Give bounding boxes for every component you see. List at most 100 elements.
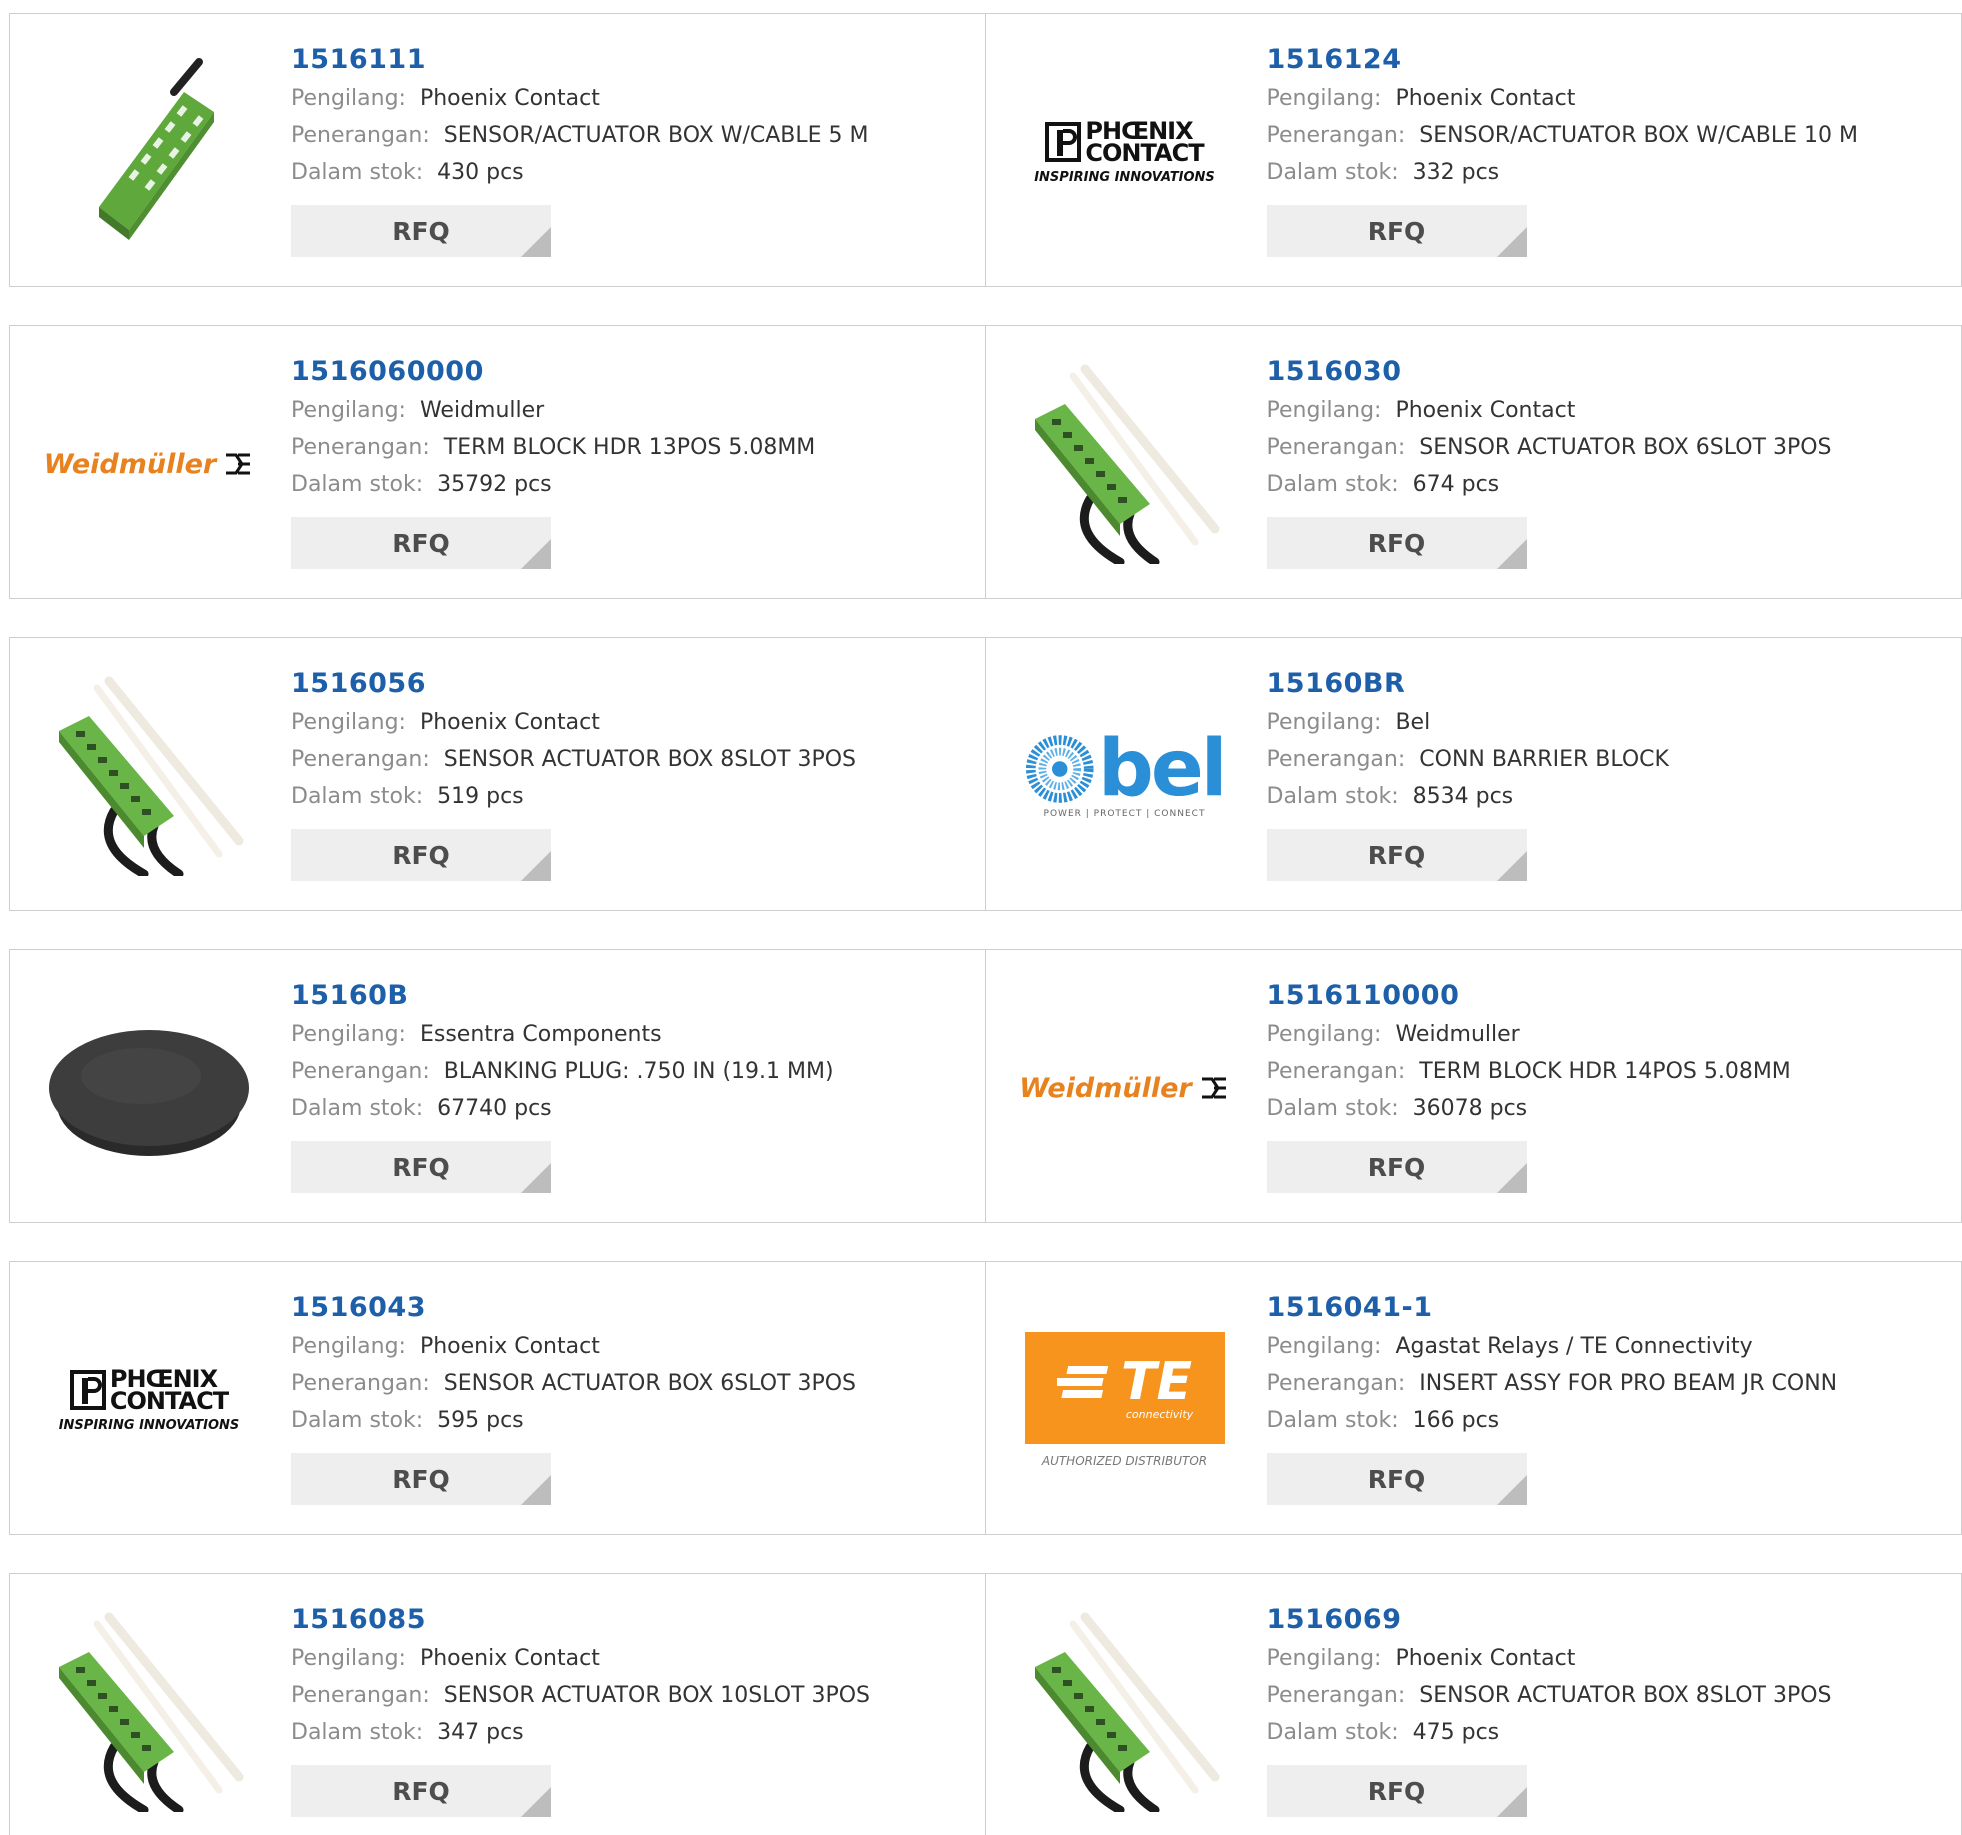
rfq-button[interactable]: RFQ [291, 205, 551, 257]
description-value: SENSOR ACTUATOR BOX 8SLOT 3POS [1419, 1683, 1831, 1708]
manufacturer-value: Essentra Components [420, 1022, 662, 1047]
manufacturer-value: Phoenix Contact [420, 86, 600, 111]
product-image[interactable] [49, 1612, 249, 1812]
bel-logo[interactable]: bel POWER | PROTECT | CONNECT [1025, 676, 1225, 876]
phoenix-logo[interactable]: PHŒNIX CONTACT INSPIRING INNOVATIONS [1025, 52, 1225, 252]
stock-value: 332 pcs [1413, 160, 1500, 185]
stock-label: Dalam stok: [291, 1720, 423, 1745]
description-label: Penerangan: [1267, 1059, 1406, 1084]
stock-value: 347 pcs [437, 1720, 524, 1745]
stock-value: 166 pcs [1413, 1408, 1500, 1433]
phoenix-logo[interactable]: PHŒNIX CONTACT INSPIRING INNOVATIONS [49, 1300, 249, 1500]
stock-label: Dalam stok: [291, 472, 423, 497]
stock-line: Dalam stok:35792 pcs [291, 466, 815, 503]
part-number-link[interactable]: 15160BR [1267, 666, 1669, 704]
product-image[interactable] [49, 676, 249, 876]
product-card: Weidmüller 1516110000Pengilang:Weidmulle… [985, 949, 1962, 1223]
stock-value: 674 pcs [1413, 472, 1500, 497]
product-info: 15160BPengilang:Essentra ComponentsPener… [291, 978, 834, 1193]
rfq-button[interactable]: RFQ [1267, 1141, 1527, 1193]
manufacturer-value: Phoenix Contact [1395, 86, 1575, 111]
part-number-link[interactable]: 1516043 [291, 1290, 856, 1328]
product-row: 15160BPengilang:Essentra ComponentsPener… [9, 949, 1962, 1223]
stock-line: Dalam stok:595 pcs [291, 1402, 856, 1439]
product-row: 1516056Pengilang:Phoenix ContactPenerang… [9, 637, 1962, 911]
rfq-label: RFQ [392, 217, 450, 246]
part-number-link[interactable]: 1516110000 [1267, 978, 1791, 1016]
rfq-button[interactable]: RFQ [1267, 1453, 1527, 1505]
product-info: 1516043Pengilang:Phoenix ContactPenerang… [291, 1290, 856, 1505]
phoenix-logo-text: CONTACT [110, 1390, 228, 1412]
description-line: Penerangan:BLANKING PLUG: .750 IN (19.1 … [291, 1053, 834, 1090]
rfq-label: RFQ [392, 1777, 450, 1806]
rfq-button[interactable]: RFQ [1267, 205, 1527, 257]
product-card: PHŒNIX CONTACT INSPIRING INNOVATIONS 151… [985, 13, 1962, 287]
product-image[interactable] [1025, 1612, 1225, 1812]
part-number-link[interactable]: 1516111 [291, 42, 869, 80]
description-value: SENSOR ACTUATOR BOX 6SLOT 3POS [1419, 435, 1831, 460]
rfq-label: RFQ [392, 841, 450, 870]
weidmuller-logo[interactable]: Weidmüller [1025, 988, 1225, 1188]
rfq-button[interactable]: RFQ [291, 1765, 551, 1817]
description-label: Penerangan: [1267, 1683, 1406, 1708]
product-row: PHŒNIX CONTACT INSPIRING INNOVATIONS 151… [9, 1261, 1962, 1535]
part-number-link[interactable]: 1516069 [1267, 1602, 1832, 1640]
description-label: Penerangan: [291, 747, 430, 772]
rfq-corner-decoration [521, 1787, 551, 1817]
part-number-link[interactable]: 15160B [291, 978, 834, 1016]
rfq-corner-decoration [1497, 539, 1527, 569]
weidmuller-logo-text: Weidmüller [44, 449, 216, 480]
rfq-button[interactable]: RFQ [1267, 517, 1527, 569]
part-number-link[interactable]: 1516124 [1267, 42, 1859, 80]
product-row: 1516111Pengilang:Phoenix Contact Penerang… [9, 13, 1962, 287]
description-value: TERM BLOCK HDR 13POS 5.08MM [444, 435, 816, 460]
manufacturer-line: Pengilang:Phoenix Contact [291, 80, 869, 117]
rfq-corner-decoration [1497, 1163, 1527, 1193]
description-line: Penerangan:SENSOR ACTUATOR BOX 8SLOT 3PO… [291, 741, 856, 778]
part-number-link[interactable]: 1516060000 [291, 354, 815, 392]
product-card: TE connectivity AUTHORIZED DISTRIBUTOR 1… [985, 1261, 1962, 1535]
description-value: SENSOR ACTUATOR BOX 6SLOT 3POS [444, 1371, 856, 1396]
description-line: Penerangan:SENSOR ACTUATOR BOX 10SLOT 3P… [291, 1677, 870, 1714]
rfq-button[interactable]: RFQ [291, 829, 551, 881]
stock-line: Dalam stok:430 pcs [291, 154, 869, 191]
te-logo[interactable]: TE connectivity AUTHORIZED DISTRIBUTOR [1025, 1300, 1225, 1500]
rfq-corner-decoration [521, 1163, 551, 1193]
stock-label: Dalam stok: [291, 1096, 423, 1121]
rfq-button[interactable]: RFQ [291, 1141, 551, 1193]
product-image[interactable] [1025, 364, 1225, 564]
weidmuller-logo[interactable]: Weidmüller [49, 364, 249, 564]
manufacturer-label: Pengilang: [291, 710, 406, 735]
description-label: Penerangan: [291, 435, 430, 460]
stock-line: Dalam stok:67740 pcs [291, 1090, 834, 1127]
product-info: 1516030Pengilang:Phoenix Contact Penerang… [1267, 354, 1832, 569]
part-number-link[interactable]: 1516041-1 [1267, 1290, 1838, 1328]
product-image[interactable] [49, 52, 249, 252]
product-card: 1516030Pengilang:Phoenix Contact Penerang… [985, 325, 1962, 599]
description-label: Penerangan: [1267, 123, 1406, 148]
manufacturer-label: Pengilang: [1267, 1646, 1382, 1671]
description-label: Penerangan: [291, 1683, 430, 1708]
stock-line: Dalam stok: 347 pcs [291, 1714, 870, 1751]
te-logo-subtext: connectivity [1126, 1408, 1193, 1421]
rfq-button[interactable]: RFQ [1267, 829, 1527, 881]
product-image[interactable] [49, 988, 249, 1188]
part-number-link[interactable]: 1516030 [1267, 354, 1832, 392]
manufacturer-line: Pengilang:Phoenix Contact [1267, 392, 1832, 429]
rfq-button[interactable]: RFQ [291, 517, 551, 569]
rfq-label: RFQ [1368, 1777, 1426, 1806]
part-number-link[interactable]: 1516085 [291, 1602, 870, 1640]
description-label: Penerangan: [1267, 435, 1406, 460]
description-line: Penerangan:SENSOR ACTUATOR BOX 6SLOT 3PO… [291, 1365, 856, 1402]
description-line: Penerangan:CONN BARRIER BLOCK [1267, 741, 1669, 778]
stock-line: Dalam stok:36078 pcs [1267, 1090, 1791, 1127]
rfq-button[interactable]: RFQ [1267, 1765, 1527, 1817]
rfq-label: RFQ [1368, 1465, 1426, 1494]
manufacturer-line: Pengilang:Weidmuller [291, 392, 815, 429]
rfq-label: RFQ [1368, 1153, 1426, 1182]
part-number-link[interactable]: 1516056 [291, 666, 856, 704]
rfq-label: RFQ [392, 1153, 450, 1182]
description-line: Penerangan:INSERT ASSY FOR PRO BEAM JR C… [1267, 1365, 1838, 1402]
rfq-button[interactable]: RFQ [291, 1453, 551, 1505]
description-line: Penerangan: SENSOR ACTUATOR BOX 8SLOT 3PO… [1267, 1677, 1832, 1714]
